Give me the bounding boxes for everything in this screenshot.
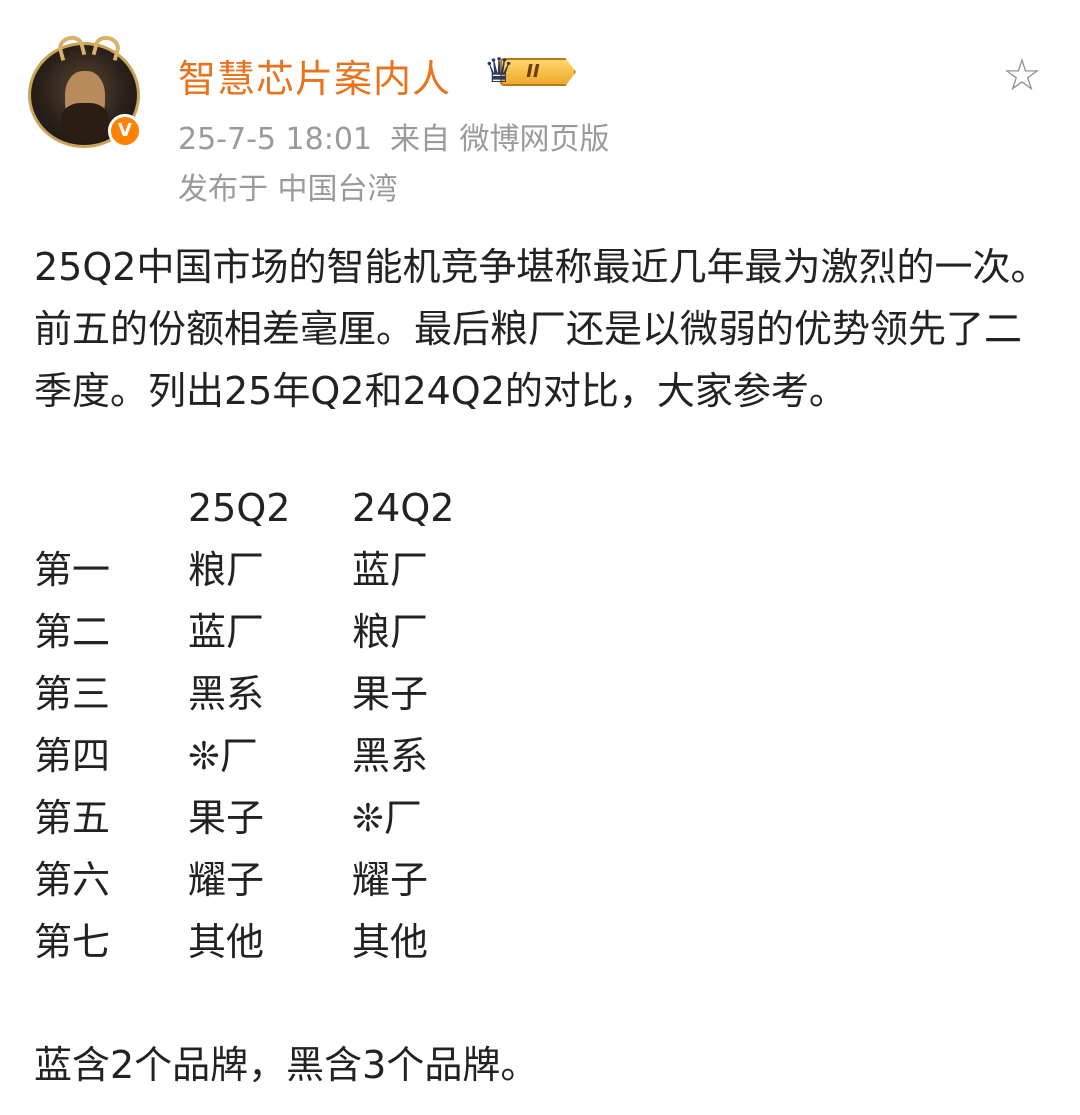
brand-24q2: 蓝厂 xyxy=(352,548,429,592)
brand-25q2: 耀子 xyxy=(188,858,265,902)
post-body: 25Q2中国市场的智能机竞争堪称最近几年最为激烈的一次。前五的份额相差毫厘。最后… xyxy=(34,245,1049,413)
post-timestamp[interactable]: 25-7-5 18:01 xyxy=(178,122,372,157)
username[interactable]: 智慧芯片案内人 xyxy=(178,48,451,103)
rank-label: 第一 xyxy=(34,548,111,592)
member-crown-badge[interactable]: II ♛ xyxy=(478,50,582,92)
rank-label: 第六 xyxy=(34,858,111,902)
post-meta: 25-7-5 18:01 来自 微博网页版 xyxy=(178,114,628,158)
brand-24q2: ❊厂 xyxy=(352,796,422,840)
verified-v-icon: V xyxy=(108,114,142,148)
rank-label: 第四 xyxy=(34,734,111,778)
brand-24q2: 耀子 xyxy=(352,858,429,902)
post-location: 发布于 中国台湾 xyxy=(178,172,398,207)
rank-label: 第三 xyxy=(34,672,111,716)
brand-25q2: 黑系 xyxy=(188,672,265,716)
rank-label: 第五 xyxy=(34,796,111,840)
brand-24q2: 其他 xyxy=(352,920,429,964)
table-header-25q2: 25Q2 xyxy=(188,486,291,530)
crown-badge-icon: ♛ xyxy=(483,51,515,91)
brand-24q2: 粮厂 xyxy=(352,610,429,654)
rank-label: 第七 xyxy=(34,920,111,964)
post-source: 来自 微博网页版 xyxy=(390,122,610,157)
star-outline-icon[interactable]: ☆ xyxy=(998,52,1046,100)
brand-25q2: 果子 xyxy=(188,796,265,840)
brand-25q2: 粮厂 xyxy=(188,548,265,592)
avatar-beard xyxy=(61,103,109,143)
brand-24q2: 果子 xyxy=(352,672,429,716)
brand-25q2: ❊厂 xyxy=(188,734,258,778)
rank-label: 第二 xyxy=(34,610,111,654)
post-footnote: 蓝含2个品牌，黑含3个品牌。 xyxy=(34,1043,539,1087)
brand-25q2: 蓝厂 xyxy=(188,610,265,654)
brand-25q2: 其他 xyxy=(188,920,265,964)
brand-24q2: 黑系 xyxy=(352,734,429,778)
table-header-24q2: 24Q2 xyxy=(352,486,455,530)
user-avatar[interactable]: V xyxy=(28,33,148,148)
